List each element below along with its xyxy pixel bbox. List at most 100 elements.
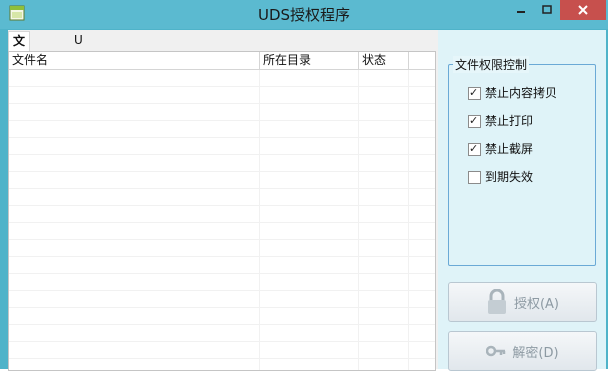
title-bar[interactable]: UDS授权程序 — [0, 0, 608, 29]
table-row[interactable] — [9, 121, 435, 138]
table-row[interactable] — [9, 206, 435, 223]
table-cell — [359, 172, 409, 189]
table-cell — [9, 342, 260, 359]
table-row[interactable] — [9, 87, 435, 104]
lock-icon — [487, 289, 506, 314]
maximize-button[interactable] — [534, 0, 560, 20]
permission-group: 文件权限控制 禁止内容拷贝 禁止打印 禁止截屏 到期失效 — [448, 56, 596, 266]
table-cell — [260, 104, 359, 121]
table-row[interactable] — [9, 291, 435, 308]
table-cell — [359, 121, 409, 138]
table-row[interactable] — [9, 342, 435, 359]
table-cell — [9, 257, 260, 274]
table-cell — [359, 359, 409, 370]
table-cell — [9, 138, 260, 155]
maximize-icon — [542, 5, 552, 14]
table-cell — [359, 189, 409, 206]
table-cell — [9, 240, 260, 257]
table-cell — [9, 223, 260, 240]
table-cell — [9, 87, 260, 104]
table-row[interactable] — [9, 172, 435, 189]
table-cell — [260, 240, 359, 257]
close-icon — [578, 5, 588, 15]
column-status[interactable]: 状态 — [359, 52, 409, 69]
table-cell — [9, 104, 260, 121]
table-row[interactable] — [9, 138, 435, 155]
decrypt-button-label: 解密(D) — [512, 345, 559, 361]
table-cell — [359, 223, 409, 240]
table-cell — [9, 172, 260, 189]
table-cell — [260, 291, 359, 308]
checkbox-no-print-label: 禁止打印 — [485, 114, 534, 128]
table-cell — [9, 155, 260, 172]
file-list-header: 文件名 所在目录 状态 — [9, 52, 435, 70]
table-row[interactable] — [9, 104, 435, 121]
table-row[interactable] — [9, 257, 435, 274]
table-cell — [359, 138, 409, 155]
table-cell — [260, 87, 359, 104]
table-cell — [359, 257, 409, 274]
table-cell — [359, 274, 409, 291]
decrypt-button[interactable]: 解密(D) — [448, 331, 597, 371]
authorize-button[interactable]: 授权(A) — [448, 282, 597, 322]
table-cell — [260, 138, 359, 155]
table-cell — [9, 206, 260, 223]
file-list-body[interactable] — [9, 70, 435, 370]
table-cell — [260, 223, 359, 240]
table-cell — [260, 359, 359, 370]
table-cell — [359, 155, 409, 172]
table-cell — [9, 189, 260, 206]
right-panel: 文件权限控制 禁止内容拷贝 禁止打印 禁止截屏 到期失效 — [438, 30, 606, 371]
checkbox-no-copy-box[interactable] — [468, 85, 481, 101]
table-cell — [9, 325, 260, 342]
checkbox-no-screenshot[interactable]: 禁止截屏 — [468, 141, 533, 157]
minimize-button[interactable] — [508, 0, 534, 20]
table-row[interactable] — [9, 274, 435, 291]
checkbox-no-print-box[interactable] — [468, 113, 481, 129]
checkbox-no-print[interactable]: 禁止打印 — [468, 113, 533, 129]
checkbox-no-screenshot-box[interactable] — [468, 141, 481, 157]
tab-usb-control[interactable]: U盘控制 — [70, 31, 90, 101]
table-cell — [9, 308, 260, 325]
table-row[interactable] — [9, 70, 435, 87]
table-row[interactable] — [9, 359, 435, 370]
table-cell — [260, 325, 359, 342]
table-cell — [260, 189, 359, 206]
checkbox-expire-label: 到期失效 — [485, 170, 534, 184]
table-row[interactable] — [9, 325, 435, 342]
table-cell — [260, 274, 359, 291]
table-cell — [359, 70, 409, 87]
checkbox-expire-box[interactable] — [468, 170, 481, 184]
table-cell — [260, 342, 359, 359]
table-cell — [359, 104, 409, 121]
table-cell — [359, 87, 409, 104]
client-area: 文件控制 U盘控制 文件名 所在目录 状态 文件权限控制 禁止内容拷贝 禁止打印 — [8, 30, 606, 371]
table-cell — [359, 342, 409, 359]
checkbox-expire[interactable]: 到期失效 — [468, 169, 533, 185]
checkbox-no-screenshot-label: 禁止截屏 — [485, 142, 534, 156]
table-cell — [9, 274, 260, 291]
column-filename[interactable]: 文件名 — [9, 52, 260, 69]
close-button[interactable] — [560, 0, 606, 20]
table-row[interactable] — [9, 308, 435, 325]
table-row[interactable] — [9, 155, 435, 172]
minimize-icon — [517, 11, 525, 13]
column-directory[interactable]: 所在目录 — [260, 52, 359, 69]
checkbox-no-copy[interactable]: 禁止内容拷贝 — [468, 85, 557, 101]
checkbox-no-copy-label: 禁止内容拷贝 — [485, 86, 558, 100]
table-cell — [9, 70, 260, 87]
table-row[interactable] — [9, 189, 435, 206]
key-icon — [486, 345, 506, 357]
table-cell — [359, 206, 409, 223]
file-list[interactable]: 文件名 所在目录 状态 — [8, 51, 436, 371]
authorize-button-label: 授权(A) — [513, 296, 560, 312]
table-row[interactable] — [9, 240, 435, 257]
tab-file-control[interactable]: 文件控制 — [8, 31, 31, 102]
table-cell — [359, 291, 409, 308]
table-cell — [260, 172, 359, 189]
table-row[interactable] — [9, 223, 435, 240]
table-cell — [9, 121, 260, 138]
table-cell — [260, 206, 359, 223]
table-cell — [260, 257, 359, 274]
table-cell — [260, 308, 359, 325]
